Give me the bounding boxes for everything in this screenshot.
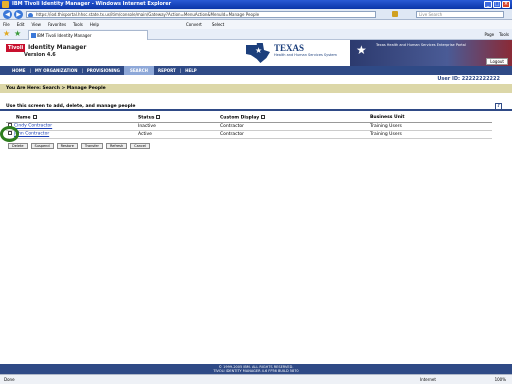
table-top-rule — [0, 109, 512, 111]
custom-display-cell: Contractor — [218, 130, 368, 139]
delete-button[interactable]: Delete — [8, 143, 28, 149]
convert-button[interactable]: Convert — [186, 22, 202, 27]
app-title: Identity Manager — [28, 44, 87, 51]
column-custom-display[interactable]: Custom Display — [218, 114, 368, 123]
ie-app-icon — [2, 1, 9, 8]
forward-arrow-icon[interactable]: ▶ — [14, 10, 23, 19]
zoom-level[interactable]: 100% — [495, 377, 506, 382]
footer-build: TIVOLI IDENTITY MANAGER 4.6 FP36 BUILD 5… — [213, 369, 299, 373]
suspend-button[interactable]: Suspend — [30, 143, 54, 149]
flag-star-icon: ★ — [356, 43, 367, 57]
app-header: Tivoli Identity Manager Version 4.6 ★ TE… — [0, 40, 512, 66]
nav-report[interactable]: REPORT — [154, 66, 180, 75]
nav-search[interactable]: SEARCH — [123, 66, 155, 75]
cancel-button[interactable]: Cancel — [130, 143, 151, 149]
nav-help[interactable]: HELP — [181, 66, 201, 75]
status-cell: Active — [136, 130, 218, 139]
url-text: https://iod.thisportal.hhsc.state.tx.us/… — [36, 12, 260, 17]
restore-button[interactable]: Restore — [56, 143, 78, 149]
tivoli-logo: Tivoli — [6, 44, 26, 52]
status-text: Done — [4, 377, 15, 382]
banner-text: Texas Health and Human Services Enterpri… — [376, 43, 466, 47]
name-cell: John Contractor — [6, 130, 136, 139]
logout-button[interactable]: Logout — [486, 58, 508, 65]
menu-edit[interactable]: Edit — [17, 22, 25, 27]
transfer-button[interactable]: Transfer — [80, 143, 103, 149]
sort-icon[interactable] — [261, 115, 266, 119]
table-row: Cindy Contractor Inactive Contractor Tra… — [6, 122, 492, 131]
name-cell: Cindy Contractor — [6, 122, 136, 131]
table-row: John Contractor Active Contractor Traini… — [6, 130, 492, 139]
nav-provisioning[interactable]: PROVISIONING — [83, 66, 124, 75]
business-unit-cell: Training Users — [368, 122, 492, 131]
column-business-unit: Business Unit — [368, 114, 492, 123]
maximize-button[interactable]: □ — [493, 1, 501, 8]
portal-banner: ★ Texas Health and Human Services Enterp… — [350, 40, 512, 66]
table-header-row: Name Status Custom Display Business Unit — [6, 114, 492, 123]
refresh-button[interactable]: Refresh — [105, 143, 128, 149]
favorites-star-icon[interactable]: ★ — [3, 30, 11, 38]
address-bar: ◀ ▶ https://iod.thisportal.hhsc.state.tx… — [0, 9, 512, 20]
column-status[interactable]: Status — [136, 114, 218, 123]
status-bar: Done Internet 100% — [0, 374, 512, 384]
people-table: Name Status Custom Display Business Unit… — [6, 114, 492, 139]
page-content: Tivoli Identity Manager Version 4.6 ★ TE… — [0, 40, 512, 374]
custom-display-cell: Contractor — [218, 122, 368, 131]
texas-star-icon: ★ — [255, 46, 263, 55]
menu-tools[interactable]: Tools — [73, 22, 83, 27]
status-cell: Inactive — [136, 122, 218, 131]
person-link[interactable]: John Contractor — [14, 132, 49, 137]
tools-menu[interactable]: Tools — [499, 31, 509, 38]
close-button[interactable]: × — [502, 1, 510, 8]
back-arrow-icon[interactable]: ◀ — [3, 10, 12, 19]
person-link[interactable]: Cindy Contractor — [14, 124, 52, 129]
nav-home[interactable]: HOME — [8, 66, 29, 75]
add-favorite-icon[interactable]: ★ — [14, 30, 22, 38]
page-footer: © 1999-2005 IBM. ALL RIGHTS RESERVED. TI… — [0, 364, 512, 374]
security-zone: Internet — [420, 377, 436, 382]
menu-favorites[interactable]: Favorites — [48, 22, 66, 27]
tab-title: IBM Tivoli Identity Manager — [37, 33, 92, 38]
window-title-bar: IBM Tivoli Identity Manager - Windows In… — [0, 0, 512, 9]
search-input[interactable]: Live Search — [416, 11, 504, 18]
sort-icon[interactable] — [156, 115, 161, 119]
page-menu[interactable]: Page — [484, 31, 494, 38]
menu-bar: File Edit View Favorites Tools Help Conv… — [0, 20, 512, 29]
menu-help[interactable]: Help — [90, 22, 99, 27]
lock-icon[interactable] — [392, 11, 398, 17]
app-version: Version 4.6 — [24, 52, 56, 58]
tab-bar: ★ ★ IBM Tivoli Identity Manager Page Too… — [0, 29, 512, 40]
action-buttons: Delete Suspend Restore Transfer Refresh … — [8, 143, 151, 149]
tab-page-icon — [31, 33, 36, 38]
texas-title: TEXAS — [274, 43, 305, 53]
highlight-circle — [0, 126, 19, 142]
breadcrumb: You Are Here: Search > Manage People — [0, 84, 512, 93]
main-nav: HOME | MY ORGANIZATION | PROVISIONING SE… — [0, 66, 512, 75]
minimize-button[interactable]: _ — [484, 1, 492, 8]
nav-my-organization[interactable]: MY ORGANIZATION — [31, 66, 82, 75]
user-bar: User ID: 22222222222 — [0, 75, 512, 83]
column-name[interactable]: Name — [6, 114, 136, 123]
url-input[interactable]: https://iod.thisportal.hhsc.state.tx.us/… — [26, 11, 376, 18]
texas-hhs-logo: ★ TEXAS Health and Human Services System — [244, 41, 346, 65]
texas-subtitle: Health and Human Services System — [274, 53, 337, 57]
menu-view[interactable]: View — [31, 22, 41, 27]
select-button[interactable]: Select — [212, 22, 224, 27]
user-id: User ID: 22222222222 — [437, 76, 500, 82]
ie-page-icon — [28, 13, 33, 17]
window-title: IBM Tivoli Identity Manager - Windows In… — [12, 1, 172, 7]
browser-tab[interactable]: IBM Tivoli Identity Manager — [28, 30, 148, 40]
business-unit-cell: Training Users — [368, 130, 492, 139]
sort-icon[interactable] — [32, 115, 37, 119]
menu-file[interactable]: File — [3, 22, 10, 27]
